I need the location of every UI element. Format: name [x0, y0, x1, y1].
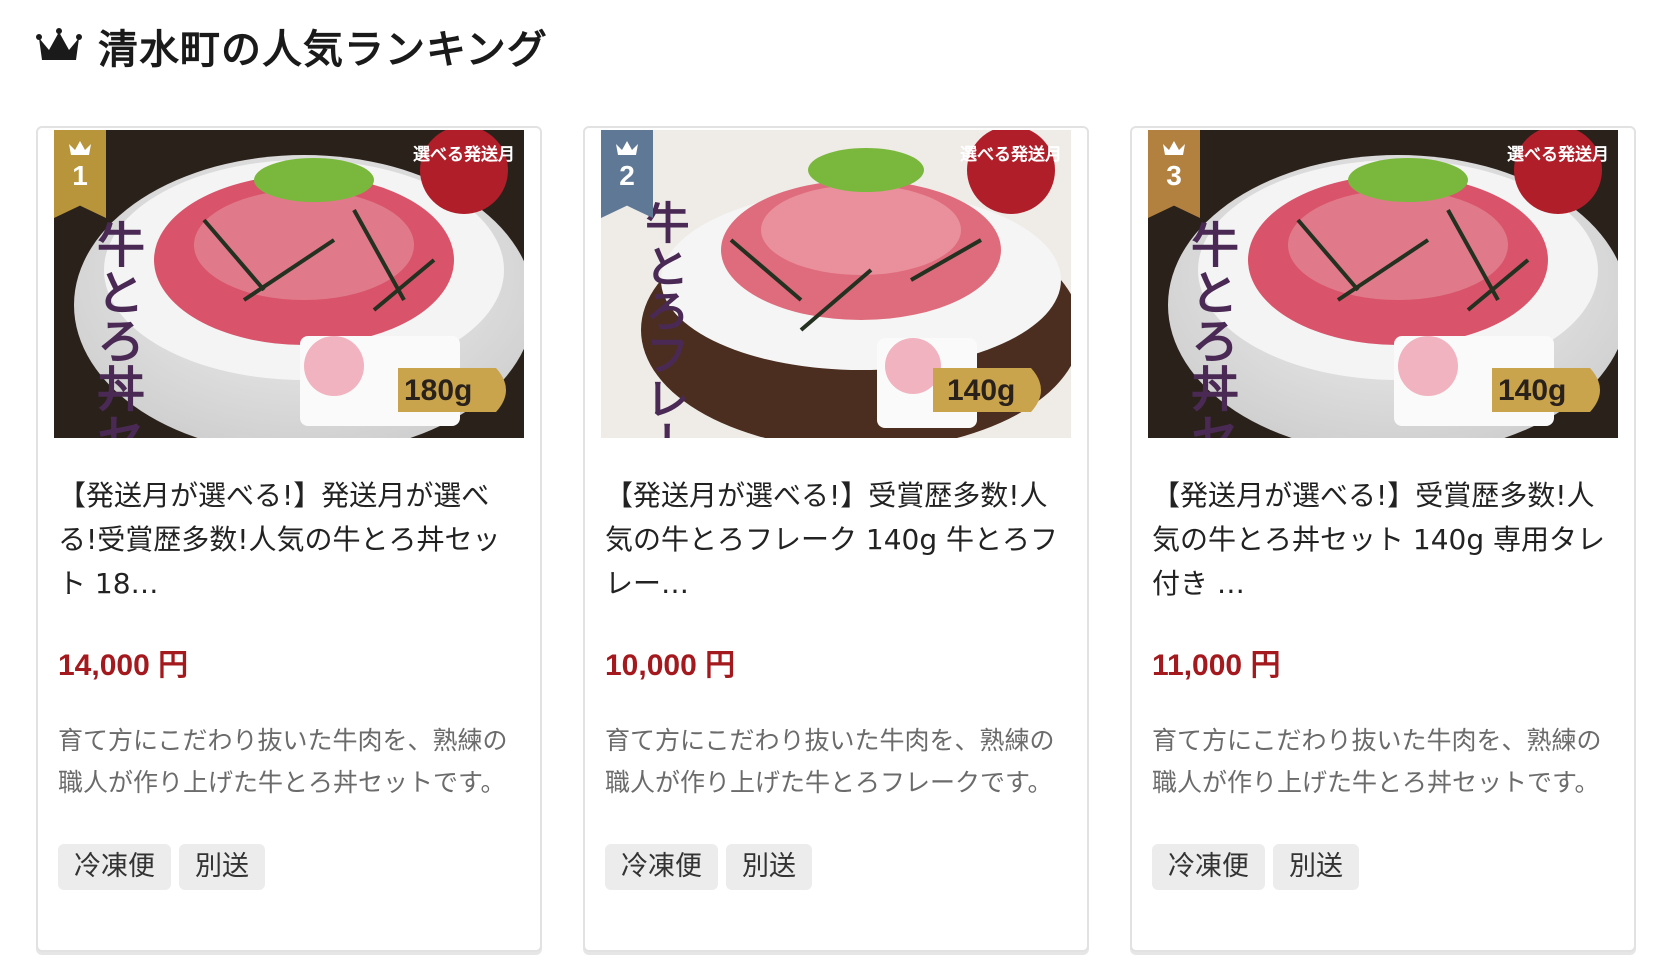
tag-list: 冷凍便 別送 — [605, 844, 812, 890]
tag-list: 冷凍便 別送 — [58, 844, 265, 890]
product-image[interactable]: 140g 牛とろ丼セット 選べる発送月 3 — [1148, 130, 1618, 438]
crown-icon — [1163, 141, 1185, 155]
crown-icon — [69, 141, 91, 155]
product-image[interactable]: 140g 牛とろフレーク 選べる発送月 2 — [601, 130, 1071, 438]
tag-frozen: 冷凍便 — [1152, 844, 1265, 890]
product-card[interactable]: 140g 牛とろ丼セット 選べる発送月 3 【発送月が選べる!】受賞歴多数!人気… — [1130, 126, 1636, 952]
ranking-card-list: 180g 牛とろ丼セット 選べる発送月 1 【発送月が選べる!】発送月が選べる!… — [36, 126, 1636, 956]
ranking-heading: 清水町の人気ランキング — [36, 18, 548, 74]
image-product-label: 牛とろフレーク — [638, 200, 689, 438]
rank-badge: 1 — [54, 130, 106, 218]
shipping-month-badge: 選べる発送月 — [960, 144, 1062, 165]
tag-list: 冷凍便 別送 — [1152, 844, 1359, 890]
product-description: 育て方にこだわり抜いた牛肉を、熟練の職人が作り上げた牛とろフレークです。 — [605, 726, 1055, 797]
crown-icon — [36, 28, 82, 60]
product-image[interactable]: 180g 牛とろ丼セット 選べる発送月 1 — [54, 130, 524, 438]
product-title[interactable]: 【発送月が選べる!】受賞歴多数!人気の牛とろフレーク 140g 牛とろフレー… — [605, 474, 1067, 606]
crown-icon — [616, 141, 638, 155]
product-price: 10,000 円 — [605, 649, 736, 682]
rank-badge: 3 — [1148, 130, 1200, 218]
tag-separate-shipping: 別送 — [726, 844, 812, 890]
rank-number: 2 — [619, 160, 635, 191]
rank-number: 3 — [1166, 160, 1182, 191]
page-title: 清水町の人気ランキング — [98, 27, 548, 73]
product-price: 11,000 円 — [1152, 649, 1281, 682]
shipping-month-badge: 選べる発送月 — [413, 144, 515, 165]
rank-number: 1 — [72, 160, 88, 191]
image-product-label: 牛とろ丼セット — [1182, 220, 1238, 438]
weight-badge: 180g — [404, 374, 472, 407]
product-title[interactable]: 【発送月が選べる!】受賞歴多数!人気の牛とろ丼セット 140g 専用タレ付き … — [1152, 474, 1614, 606]
tag-separate-shipping: 別送 — [179, 844, 265, 890]
weight-badge: 140g — [947, 374, 1015, 407]
product-card[interactable]: 140g 牛とろフレーク 選べる発送月 2 【発送月が選べる!】受賞歴多数!人気… — [583, 126, 1089, 952]
tag-frozen: 冷凍便 — [58, 844, 171, 890]
product-description: 育て方にこだわり抜いた牛肉を、熟練の職人が作り上げた牛とろ丼セットです。 — [58, 726, 508, 797]
tag-frozen: 冷凍便 — [605, 844, 718, 890]
product-description: 育て方にこだわり抜いた牛肉を、熟練の職人が作り上げた牛とろ丼セットです。 — [1152, 726, 1602, 797]
ranking-page: 清水町の人気ランキング 180g 牛とろ丼セット 選べる発送月 1 【発送月が選… — [0, 0, 1658, 980]
image-product-label: 牛とろ丼セット — [88, 220, 144, 438]
weight-badge: 140g — [1498, 374, 1566, 407]
product-title[interactable]: 【発送月が選べる!】発送月が選べる!受賞歴多数!人気の牛とろ丼セット 18… — [58, 474, 520, 606]
rank-badge: 2 — [601, 130, 653, 218]
shipping-month-badge: 選べる発送月 — [1507, 144, 1609, 165]
tag-separate-shipping: 別送 — [1273, 844, 1359, 890]
product-price: 14,000 円 — [58, 649, 189, 682]
product-card[interactable]: 180g 牛とろ丼セット 選べる発送月 1 【発送月が選べる!】発送月が選べる!… — [36, 126, 542, 952]
